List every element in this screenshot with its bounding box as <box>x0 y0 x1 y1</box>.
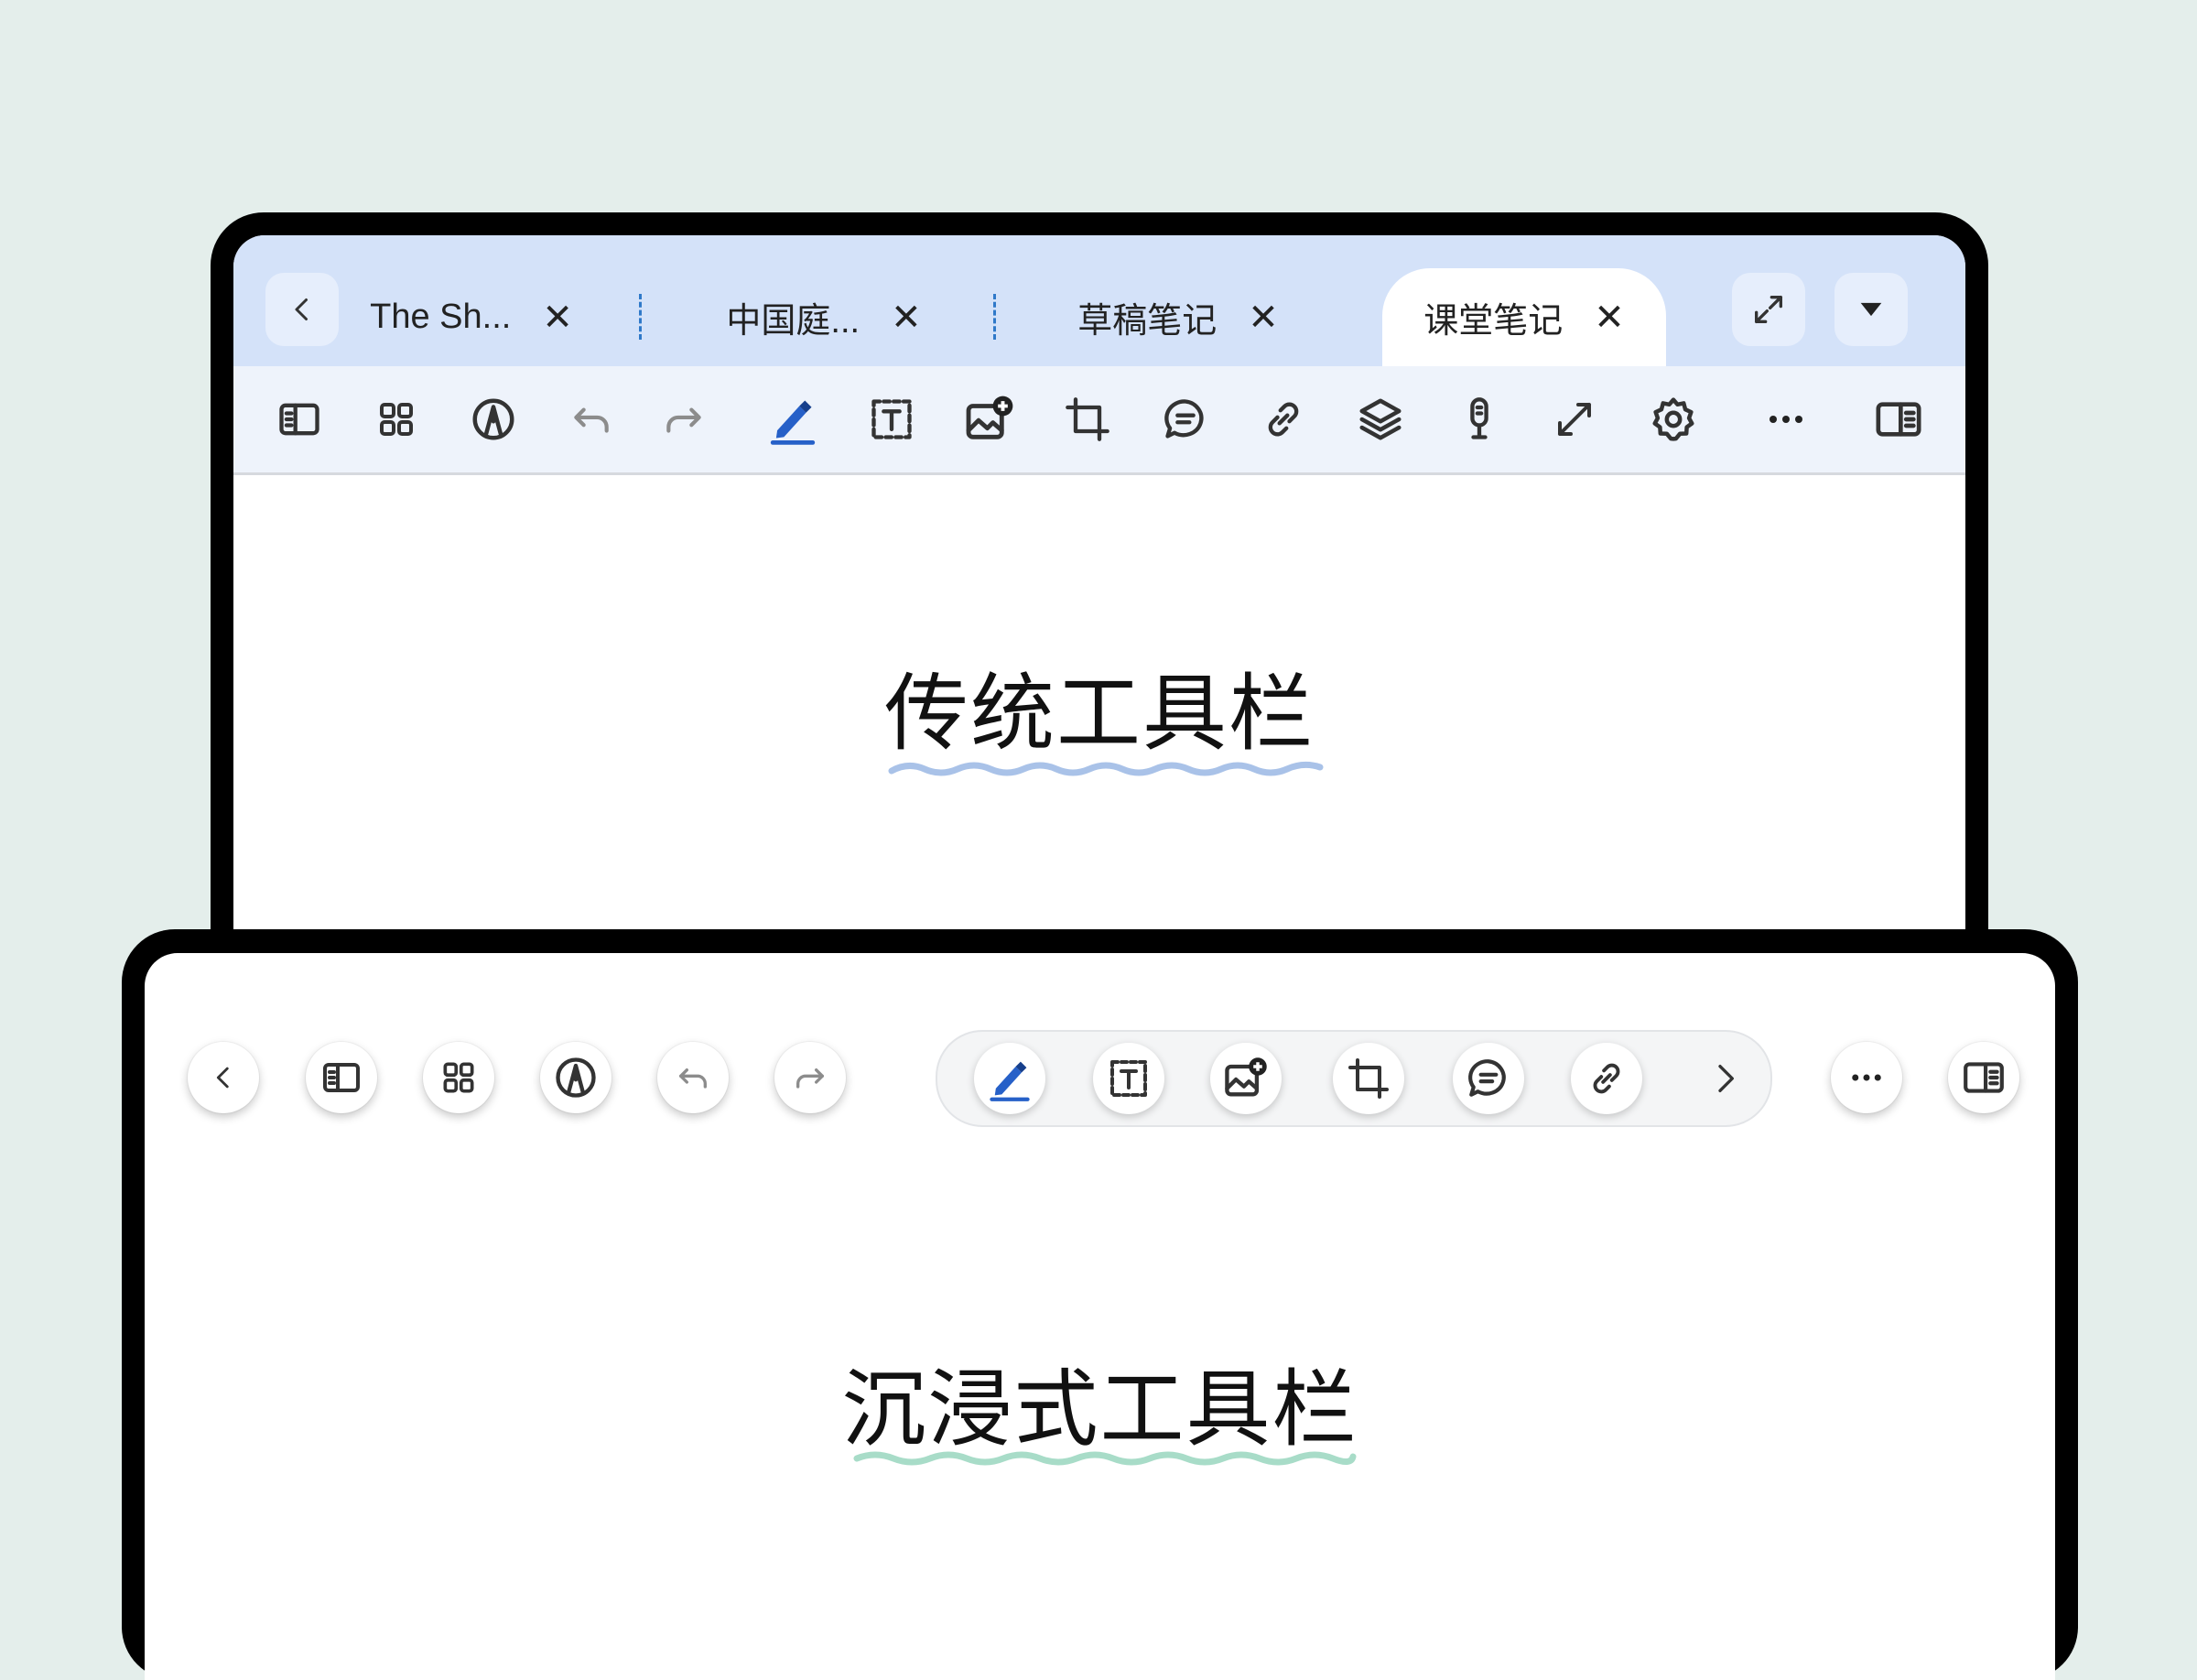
right-panel-icon <box>1876 402 1921 437</box>
grid-icon <box>443 1062 474 1093</box>
main-toolbar <box>233 366 1965 475</box>
tab-class-notes[interactable]: 课堂笔记 ✕ <box>1382 268 1666 366</box>
fullscreen-button[interactable] <box>1732 273 1805 346</box>
sidebar-button[interactable] <box>272 392 327 447</box>
microphone-icon <box>1470 397 1488 439</box>
grid-icon <box>380 403 413 436</box>
tab-chinese-garden[interactable]: 中国庭... ✕ <box>682 268 966 366</box>
chevron-right-icon <box>1718 1065 1734 1092</box>
chevron-left-icon <box>216 1067 229 1089</box>
pen-icon <box>990 1061 1030 1101</box>
text-box-icon <box>871 399 912 439</box>
expand-icon <box>1755 296 1782 323</box>
crop-icon <box>1348 1058 1389 1099</box>
chevron-left-icon <box>295 298 308 320</box>
redo-button[interactable] <box>774 1042 846 1113</box>
tab-draft-notes[interactable]: 草稿笔记 ✕ <box>1036 268 1320 366</box>
tab-close-button[interactable]: ✕ <box>1248 299 1279 336</box>
immersive-toolbar-device: 沉浸式工具栏 <box>122 929 2078 1680</box>
redo-icon <box>796 1068 824 1089</box>
more-button[interactable] <box>1831 1042 1902 1113</box>
layers-button[interactable] <box>1353 392 1408 447</box>
link-button[interactable] <box>1571 1043 1642 1114</box>
tab-the-sh[interactable]: The Sh... ✕ <box>330 268 613 366</box>
tab-separator <box>639 294 642 340</box>
right-panel-button[interactable] <box>1871 392 1926 447</box>
tab-separator <box>993 294 996 340</box>
tab-close-button[interactable]: ✕ <box>542 299 573 336</box>
add-image-button[interactable] <box>962 392 1017 447</box>
gear-icon <box>1652 397 1694 441</box>
tab-label: 课堂笔记 <box>1423 302 1564 341</box>
caret-down-icon <box>1860 302 1882 317</box>
sidebar-icon <box>323 1063 360 1092</box>
traditional-toolbar-device: The Sh... ✕ 中国庭... ✕ 草稿笔记 ✕ 课堂笔记 ✕ 传统工具栏 <box>211 212 1988 1036</box>
tab-label: 中国庭... <box>726 302 860 341</box>
sidebar-icon <box>279 403 319 436</box>
right-panel-button[interactable] <box>1948 1042 2019 1113</box>
microphone-button[interactable] <box>1452 392 1507 447</box>
pen-icon <box>770 400 816 445</box>
more-icon <box>1770 416 1802 423</box>
tab-menu-button[interactable] <box>1834 273 1908 346</box>
tab-label: 草稿笔记 <box>1077 302 1218 341</box>
pen-nib-icon <box>556 1057 596 1098</box>
layers-icon <box>1359 398 1402 440</box>
comment-icon <box>1468 1059 1506 1097</box>
page-heading: 沉浸式工具栏 <box>841 1360 1358 1458</box>
redo-button[interactable] <box>656 392 711 447</box>
right-panel-icon <box>1964 1062 2004 1093</box>
undo-icon <box>574 407 609 433</box>
tab-bar: The Sh... ✕ 中国庭... ✕ 草稿笔记 ✕ 课堂笔记 ✕ <box>233 235 1965 366</box>
pen-button[interactable] <box>765 392 820 447</box>
crop-button[interactable] <box>1333 1043 1404 1114</box>
add-image-icon <box>1225 1057 1267 1097</box>
pen-button[interactable] <box>974 1043 1045 1114</box>
back-button[interactable] <box>188 1042 259 1113</box>
expand-icon <box>1558 403 1591 436</box>
sidebar-button[interactable] <box>306 1042 377 1113</box>
more-button[interactable] <box>1759 392 1813 447</box>
tab-label: The Sh... <box>370 298 512 336</box>
grid-button[interactable] <box>369 392 424 447</box>
wavy-underline <box>853 1451 1357 1466</box>
link-button[interactable] <box>1256 392 1311 447</box>
undo-icon <box>679 1068 707 1089</box>
pen-nib-button[interactable] <box>540 1042 611 1113</box>
redo-icon <box>666 407 701 433</box>
text-box-button[interactable] <box>864 392 919 447</box>
comment-button[interactable] <box>1158 392 1213 447</box>
pen-nib-icon <box>472 398 514 440</box>
undo-button[interactable] <box>657 1042 729 1113</box>
page-heading: 传统工具栏 <box>883 665 1315 763</box>
expand-button[interactable] <box>1547 392 1602 447</box>
crop-button[interactable] <box>1060 392 1115 447</box>
more-icon <box>1852 1074 1881 1081</box>
link-icon <box>1268 402 1299 437</box>
floating-tool-pill <box>936 1030 1772 1127</box>
comment-button[interactable] <box>1453 1043 1524 1114</box>
pen-nib-button[interactable] <box>466 392 521 447</box>
pill-next-button[interactable] <box>1697 1043 1752 1114</box>
undo-button[interactable] <box>564 392 619 447</box>
text-box-icon <box>1110 1060 1147 1097</box>
add-image-button[interactable] <box>1210 1043 1282 1114</box>
text-box-button[interactable] <box>1093 1043 1164 1114</box>
link-icon <box>1593 1063 1620 1094</box>
wavy-underline <box>888 761 1324 776</box>
crop-icon <box>1066 397 1109 441</box>
traditional-screen: The Sh... ✕ 中国庭... ✕ 草稿笔记 ✕ 课堂笔记 ✕ 传统工具栏 <box>233 235 1965 1036</box>
grid-button[interactable] <box>423 1042 494 1113</box>
settings-button[interactable] <box>1646 392 1701 447</box>
comment-icon <box>1164 399 1204 439</box>
tab-close-button[interactable]: ✕ <box>1594 299 1625 336</box>
back-button[interactable] <box>265 273 339 346</box>
tab-close-button[interactable]: ✕ <box>891 299 922 336</box>
immersive-screen: 沉浸式工具栏 <box>145 953 2055 1680</box>
add-image-icon <box>966 396 1013 439</box>
